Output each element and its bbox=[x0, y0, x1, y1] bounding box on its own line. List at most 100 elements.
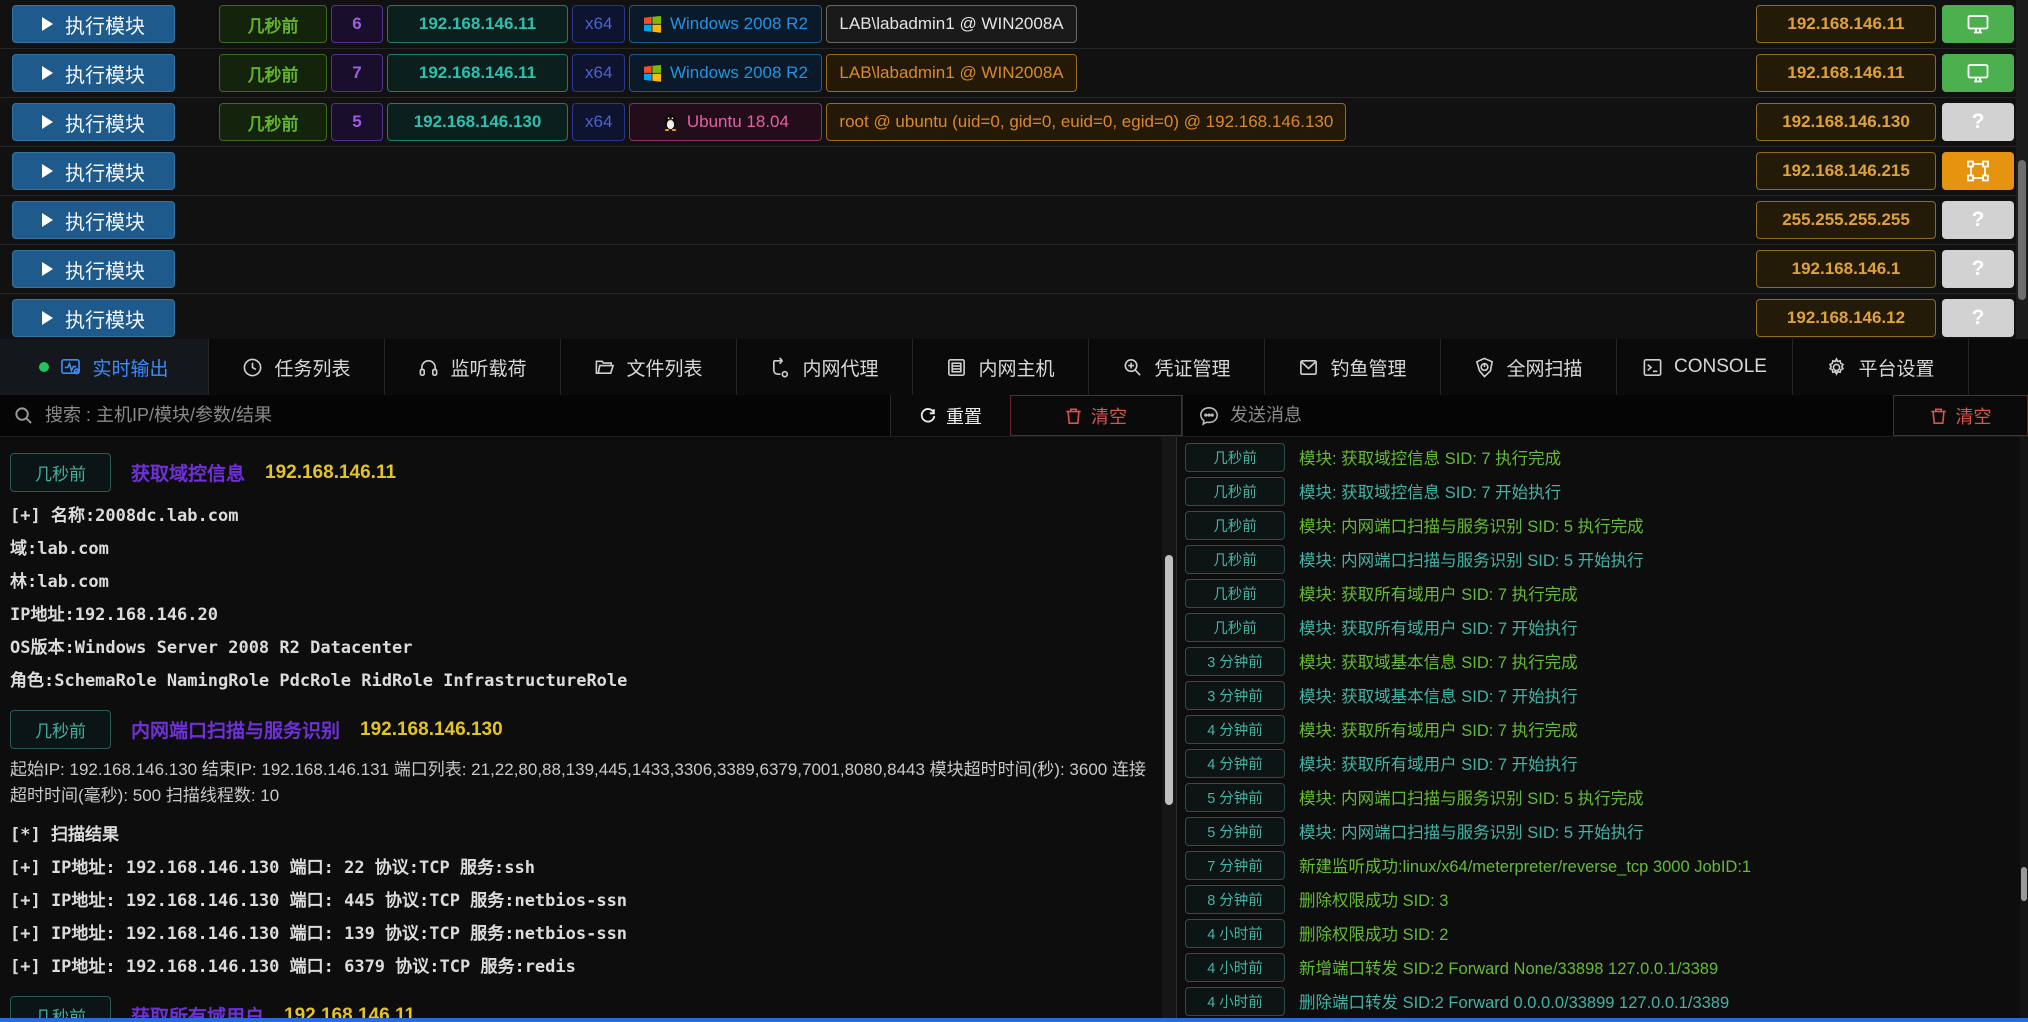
log-entry: 几秒前 内网端口扫描与服务识别 192.168.146.130 起始IP: 19… bbox=[10, 710, 1154, 984]
tab-credential-manage[interactable]: 凭证管理 bbox=[1088, 339, 1264, 395]
host-ip-badge: 192.168.146.1 bbox=[1756, 250, 1936, 288]
play-icon bbox=[42, 66, 53, 80]
task-list-icon bbox=[242, 357, 263, 378]
session-scrollbar[interactable] bbox=[2016, 0, 2028, 339]
output-scrollbar[interactable] bbox=[1162, 437, 1176, 1022]
platform-settings-icon bbox=[1826, 357, 1847, 378]
log-target-ip: 192.168.146.130 bbox=[360, 719, 503, 741]
host-status-unknown-button[interactable]: ? bbox=[1942, 250, 2014, 288]
execute-module-button[interactable]: 执行模块 bbox=[12, 299, 175, 337]
tab-task-list[interactable]: 任务列表 bbox=[208, 339, 384, 395]
tab-realtime-output[interactable]: 实时输出 bbox=[0, 339, 208, 395]
trash-icon bbox=[1930, 407, 1947, 425]
notification-text: 模块: 获取域基本信息 SID: 7 执行完成 bbox=[1299, 649, 1578, 673]
log-entry-header: 几秒前 内网端口扫描与服务识别 192.168.146.130 bbox=[10, 710, 1154, 749]
tab-console[interactable]: CONSOLE bbox=[1616, 339, 1792, 395]
toolbar: 重置 清空 清空 bbox=[0, 395, 2028, 437]
session-scrollbar-thumb[interactable] bbox=[2018, 160, 2026, 300]
notification-scrollbar-thumb[interactable] bbox=[2021, 867, 2027, 901]
notification-row: 4 分钟前 模块: 获取所有域用户 SID: 7 开始执行 bbox=[1185, 748, 2020, 778]
notification-time-badge: 4 小时前 bbox=[1185, 919, 1285, 948]
log-time-badge: 几秒前 bbox=[10, 453, 111, 492]
send-message-input[interactable] bbox=[1230, 405, 1893, 426]
host-status-unknown-button[interactable]: ? bbox=[1942, 201, 2014, 239]
network-scan-icon bbox=[1474, 357, 1495, 378]
notification-row: 几秒前 模块: 获取域控信息 SID: 7 开始执行 bbox=[1185, 476, 2020, 506]
execute-module-button[interactable]: 执行模块 bbox=[12, 250, 175, 288]
clear-messages-button[interactable]: 清空 bbox=[1893, 395, 2028, 436]
tab-phishing-manage[interactable]: 钓鱼管理 bbox=[1264, 339, 1440, 395]
notification-text: 删除端口转发 SID:2 Forward 0.0.0.0/33899 127.0… bbox=[1299, 989, 1729, 1013]
host-status-online-button[interactable] bbox=[1942, 5, 2014, 43]
notification-row: 4 小时前 删除权限成功 SID: 2 bbox=[1185, 918, 2020, 948]
clear-messages-label: 清空 bbox=[1956, 403, 1992, 429]
notification-time-badge: 4 小时前 bbox=[1185, 953, 1285, 982]
notification-time-badge: 几秒前 bbox=[1185, 511, 1285, 540]
play-icon bbox=[42, 262, 53, 276]
log-module-name: 获取域控信息 bbox=[131, 459, 245, 486]
log-line: 域:lab.com bbox=[10, 533, 1154, 566]
notification-text: 模块: 获取域基本信息 SID: 7 开始执行 bbox=[1299, 683, 1578, 707]
notification-text: 模块: 获取所有域用户 SID: 7 执行完成 bbox=[1299, 581, 1578, 605]
session-ip-badge: 192.168.146.11 bbox=[387, 5, 568, 43]
host-status-online-button[interactable] bbox=[1942, 54, 2014, 92]
log-line: 林:lab.com bbox=[10, 566, 1154, 599]
execute-module-button[interactable]: 执行模块 bbox=[12, 103, 175, 141]
host-ip-badge: 255.255.255.255 bbox=[1756, 201, 1936, 239]
bottom-accent-line bbox=[0, 1018, 2028, 1022]
notification-row: 几秒前 模块: 内网端口扫描与服务识别 SID: 5 执行完成 bbox=[1185, 510, 2020, 540]
play-icon bbox=[42, 115, 53, 129]
notification-time-badge: 几秒前 bbox=[1185, 579, 1285, 608]
log-line: [+] IP地址: 192.168.146.130 端口: 22 协议:TCP … bbox=[10, 852, 1154, 885]
host-status-unknown-button[interactable]: ? bbox=[1942, 299, 2014, 337]
log-entry-body: 起始IP: 192.168.146.130 结束IP: 192.168.146.… bbox=[10, 757, 1154, 984]
credential-manage-icon bbox=[1122, 357, 1143, 378]
tab-listener-payload[interactable]: 监听载荷 bbox=[384, 339, 560, 395]
session-age-badge: 几秒前 bbox=[219, 5, 327, 43]
session-age-badge: 几秒前 bbox=[219, 54, 327, 92]
host-status-unknown-button[interactable]: ? bbox=[1942, 103, 2014, 141]
notification-row: 4 分钟前 模块: 获取所有域用户 SID: 7 执行完成 bbox=[1185, 714, 2020, 744]
windows-logo-icon bbox=[644, 65, 661, 82]
play-icon bbox=[42, 311, 53, 325]
notification-time-badge: 4 分钟前 bbox=[1185, 749, 1285, 778]
execute-module-button[interactable]: 执行模块 bbox=[12, 152, 175, 190]
refresh-icon bbox=[919, 407, 937, 425]
notification-text: 新建监听成功:linux/x64/meterpreter/reverse_tcp… bbox=[1299, 853, 1751, 877]
tab-intranet-hosts[interactable]: 内网主机 bbox=[912, 339, 1088, 395]
session-arch-badge: x64 bbox=[572, 103, 625, 141]
session-user-badge: LAB\labadmin1 @ WIN2008A bbox=[826, 5, 1076, 43]
host-ip-badge: 192.168.146.12 bbox=[1756, 299, 1936, 337]
log-entry-body: [+] 名称:2008dc.lab.com域:lab.com林:lab.comI… bbox=[10, 500, 1154, 698]
clear-output-button[interactable]: 清空 bbox=[1010, 395, 1182, 436]
search-input[interactable] bbox=[45, 405, 890, 426]
tab-platform-settings[interactable]: 平台设置 bbox=[1792, 339, 1968, 395]
tab-file-list[interactable]: 文件列表 bbox=[560, 339, 736, 395]
log-line: [+] 名称:2008dc.lab.com bbox=[10, 500, 1154, 533]
host-status-network-button[interactable] bbox=[1942, 152, 2014, 190]
tab-intranet-proxy[interactable]: 内网代理 bbox=[736, 339, 912, 395]
notification-pane[interactable]: 几秒前 模块: 获取域控信息 SID: 7 执行完成 几秒前 模块: 获取域控信… bbox=[1176, 437, 2020, 1022]
session-user-badge: LAB\labadmin1 @ WIN2008A bbox=[826, 54, 1076, 92]
notification-time-badge: 8 分钟前 bbox=[1185, 885, 1285, 914]
notification-time-badge: 4 分钟前 bbox=[1185, 715, 1285, 744]
execute-module-button[interactable]: 执行模块 bbox=[12, 54, 175, 92]
play-icon bbox=[42, 17, 53, 31]
realtime-output-icon bbox=[60, 357, 81, 378]
notification-text: 模块: 获取所有域用户 SID: 7 开始执行 bbox=[1299, 751, 1578, 775]
search-icon bbox=[14, 406, 33, 425]
output-scrollbar-thumb[interactable] bbox=[1165, 555, 1173, 805]
tab-label: 实时输出 bbox=[92, 354, 168, 381]
session-arch-badge: x64 bbox=[572, 5, 625, 43]
tab-network-scan[interactable]: 全网扫描 bbox=[1440, 339, 1616, 395]
reset-button[interactable]: 重置 bbox=[890, 395, 1010, 436]
realtime-output-pane[interactable]: 几秒前 获取域控信息 192.168.146.11 [+] 名称:2008dc.… bbox=[0, 437, 1162, 1022]
execute-module-button[interactable]: 执行模块 bbox=[12, 201, 175, 239]
execute-module-button[interactable]: 执行模块 bbox=[12, 5, 175, 43]
tab-label: 内网代理 bbox=[802, 354, 878, 381]
notification-scrollbar[interactable] bbox=[2020, 437, 2028, 1022]
content-area: 几秒前 获取域控信息 192.168.146.11 [+] 名称:2008dc.… bbox=[0, 437, 2028, 1022]
notification-time-badge: 3 分钟前 bbox=[1185, 681, 1285, 710]
log-line: 起始IP: 192.168.146.130 结束IP: 192.168.146.… bbox=[10, 757, 1150, 809]
log-line: [+] IP地址: 192.168.146.130 端口: 6379 协议:TC… bbox=[10, 951, 1154, 984]
